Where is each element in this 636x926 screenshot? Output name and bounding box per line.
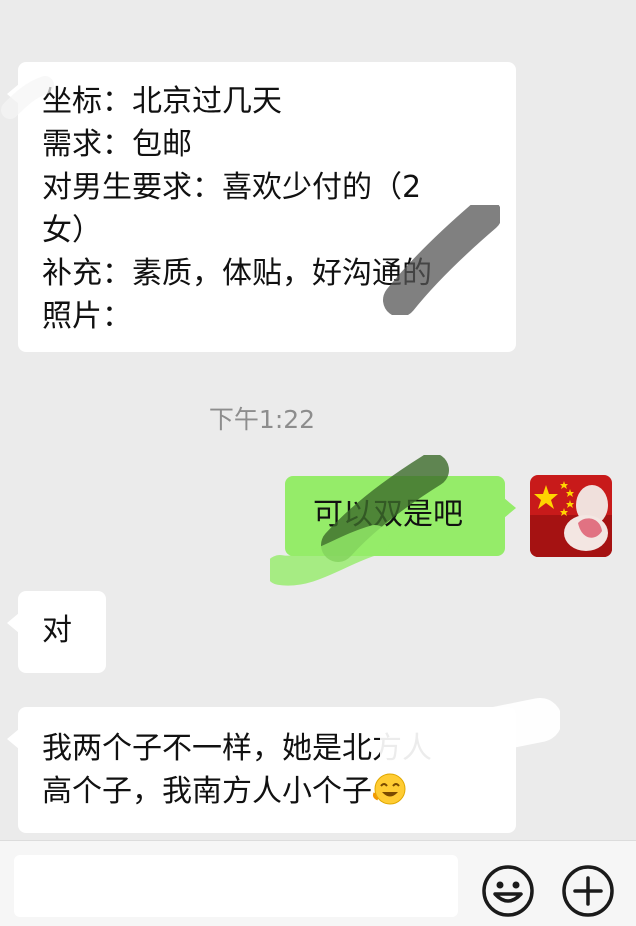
- message-bubble-sent[interactable]: 可以双是吧: [285, 476, 516, 556]
- red-flag-avatar[interactable]: [530, 475, 612, 557]
- message-line: 补充：素质，体贴，好沟通的: [42, 256, 432, 291]
- message-input[interactable]: [14, 855, 458, 917]
- message-text: 可以双是吧: [313, 497, 463, 532]
- laughing-face-emoji: [372, 771, 408, 807]
- message-bubble-received[interactable]: 我两个子不一样，她是北方人 高个子，我南方人小个子: [7, 707, 516, 833]
- message-line: 我两个子不一样，她是北方人: [42, 731, 432, 766]
- message-line: 高个子，我南方人小个子: [42, 770, 516, 813]
- message-bubble-received[interactable]: 坐标：北京过几天 需求：包邮 对男生要求：喜欢少付的（2 女） 补充：素质，体贴…: [7, 62, 516, 352]
- message-text: 对: [42, 613, 72, 648]
- message-line: 坐标：北京过几天: [42, 84, 282, 119]
- message-line: 需求：包邮: [42, 127, 192, 162]
- message-line: 女）: [42, 213, 102, 248]
- chat-area[interactable]: 坐标：北京过几天 需求：包邮 对男生要求：喜欢少付的（2 女） 补充：素质，体贴…: [0, 0, 636, 840]
- message-timestamp: 下午1:22: [208, 405, 316, 434]
- plus-icon[interactable]: [560, 863, 616, 919]
- emoji-icon[interactable]: [480, 863, 536, 919]
- message-bubble-received[interactable]: 对: [7, 591, 106, 673]
- message-line-text: 高个子，我南方人小个子: [42, 774, 372, 809]
- message-line: 对男生要求：喜欢少付的（2: [42, 170, 422, 205]
- input-bar: [0, 840, 636, 926]
- message-line: 照片：: [42, 299, 132, 334]
